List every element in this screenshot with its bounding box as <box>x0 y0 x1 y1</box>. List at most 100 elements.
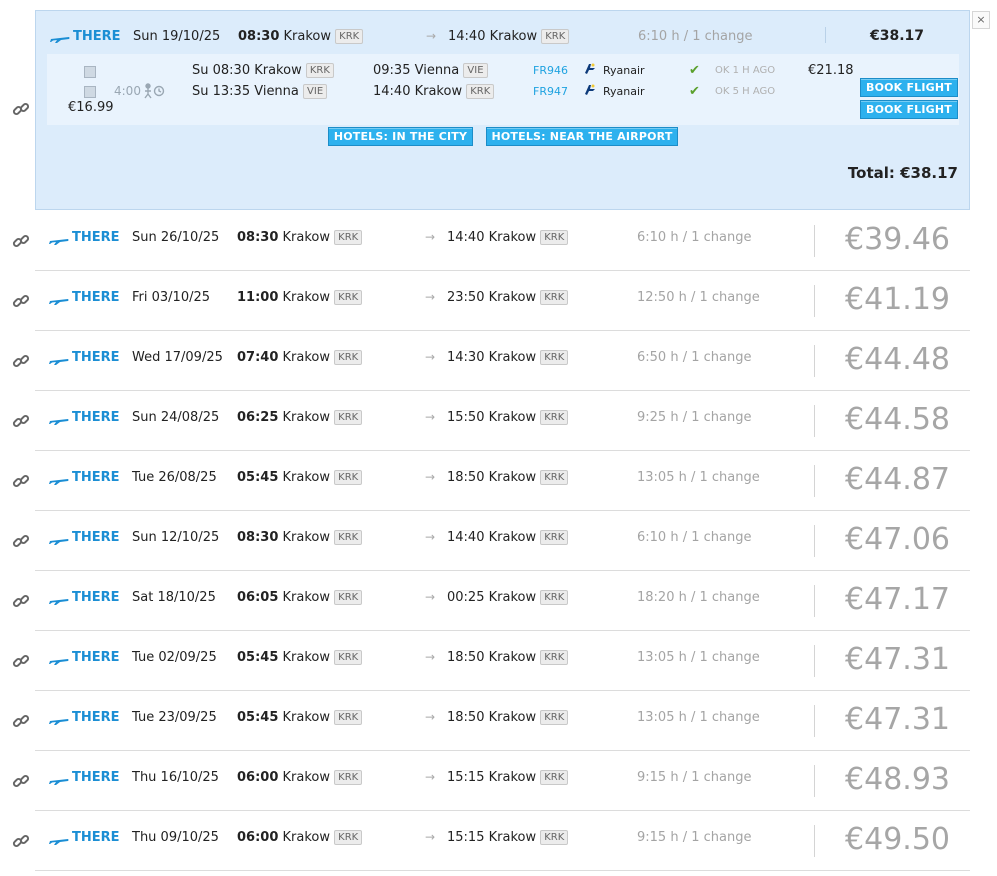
price-divider <box>825 27 826 43</box>
flight-date: Tue 02/09/25 <box>132 650 217 665</box>
link-icon[interactable] <box>12 772 30 790</box>
leg-price: €21.18 <box>808 63 854 78</box>
departure-code: KRK <box>334 470 363 485</box>
flight-duration: 9:15 h / 1 change <box>637 830 752 845</box>
arrival-code: KRK <box>540 410 569 425</box>
arrow-right-icon: → <box>425 770 436 784</box>
departure-city: Krakow <box>282 590 331 605</box>
hotels-in-city-button[interactable]: HOTELS: IN THE CITY <box>328 127 473 146</box>
departure-code: KRK <box>334 230 363 245</box>
flight-duration: 9:25 h / 1 change <box>637 410 752 425</box>
direction-label: THERE <box>72 290 120 305</box>
hotels-near-airport-button[interactable]: HOTELS: NEAR THE AIRPORT <box>486 127 678 146</box>
flight-number-link[interactable]: FR947 <box>533 85 568 98</box>
arrow-right-icon: → <box>425 590 436 604</box>
flight-price: €48.93 <box>845 762 950 797</box>
flight-duration: 18:20 h / 1 change <box>637 590 760 605</box>
arrow-right-icon: → <box>425 410 436 424</box>
photo-icon <box>84 86 96 98</box>
book-flight-button[interactable]: BOOK FLIGHT <box>860 100 958 119</box>
direction-label: THERE <box>72 230 120 245</box>
departure-time: 08:30 <box>237 230 279 245</box>
arrival-code: KRK <box>540 650 569 665</box>
departure-time: 08:30 <box>238 29 280 44</box>
airline-name: Ryanair <box>603 64 645 77</box>
link-icon[interactable] <box>12 292 30 310</box>
flight-date: Fri 03/10/25 <box>132 290 211 305</box>
plane-icon <box>49 419 69 425</box>
flight-duration: 12:50 h / 1 change <box>637 290 760 305</box>
link-icon[interactable] <box>12 352 30 370</box>
direction-label: THERE <box>72 590 120 605</box>
leg-arrival-code: KRK <box>466 84 495 99</box>
departure-city: Krakow <box>282 530 331 545</box>
departure-city: Krakow <box>282 470 331 485</box>
departure-code: KRK <box>334 650 363 665</box>
flight-date: Tue 26/08/25 <box>132 470 217 485</box>
flight-number-link[interactable]: FR946 <box>533 64 568 77</box>
plane-icon <box>49 839 69 845</box>
direction-label: THERE <box>72 770 120 785</box>
flight-date: Tue 23/09/25 <box>132 710 217 725</box>
airline-name: Ryanair <box>603 85 645 98</box>
arrival-time: 14:40 <box>447 230 485 245</box>
departure-time: 06:00 <box>237 830 279 845</box>
close-button[interactable]: × <box>972 11 990 29</box>
direction-label: THERE <box>73 29 121 44</box>
flight-date: Sun 12/10/25 <box>132 530 220 545</box>
departure-city: Krakow <box>282 710 331 725</box>
arrow-right-icon: → <box>425 650 436 664</box>
plane-icon <box>49 239 69 245</box>
plane-icon <box>49 539 69 545</box>
direction-label: THERE <box>72 350 120 365</box>
arrival-time: 14:40 <box>447 530 485 545</box>
arrival-time: 14:30 <box>447 350 485 365</box>
departure-city: Krakow <box>282 770 331 785</box>
direction-label: THERE <box>72 830 120 845</box>
arrival-city: Krakow <box>488 230 537 245</box>
flight-price: €44.58 <box>845 402 950 437</box>
fare-price: €16.99 <box>68 100 114 115</box>
departure-code: KRK <box>334 410 363 425</box>
link-icon[interactable] <box>12 652 30 670</box>
price-divider <box>814 465 815 497</box>
arrival-time: 18:50 <box>447 710 485 725</box>
arrival-time: 15:15 <box>447 770 485 785</box>
departure-code: KRK <box>334 290 363 305</box>
link-icon[interactable] <box>12 472 30 490</box>
price-divider <box>814 405 815 437</box>
departure-code: KRK <box>334 770 363 785</box>
price-divider <box>814 705 815 737</box>
link-icon[interactable] <box>12 712 30 730</box>
flight-price: €49.50 <box>845 822 950 857</box>
price-divider <box>814 765 815 797</box>
flight-price: €44.48 <box>845 342 950 377</box>
book-flight-button[interactable]: BOOK FLIGHT <box>860 78 958 97</box>
link-icon[interactable] <box>12 832 30 850</box>
link-icon[interactable] <box>12 592 30 610</box>
arrival-code: KRK <box>540 230 569 245</box>
flight-duration: 6:10 h / 1 change <box>638 29 753 44</box>
link-icon[interactable] <box>12 532 30 550</box>
arrival-code: KRK <box>540 710 569 725</box>
plane-icon <box>49 779 69 785</box>
departure-code: KRK <box>334 830 363 845</box>
plane-icon <box>49 599 69 605</box>
row-divider <box>35 870 970 871</box>
price-divider <box>814 345 815 377</box>
arrival-time: 18:50 <box>447 470 485 485</box>
flight-duration: 6:10 h / 1 change <box>637 530 752 545</box>
plane-icon <box>49 299 69 305</box>
arrival-code: KRK <box>540 350 569 365</box>
direction-label: THERE <box>72 470 120 485</box>
arrival-city: Krakow <box>489 29 538 44</box>
departure-time: 07:40 <box>237 350 279 365</box>
expanded-result-card[interactable]: THERE Sun 19/10/25 08:30 Krakow KRK → 14… <box>35 10 970 210</box>
direction-label: THERE <box>72 410 120 425</box>
departure-time: 05:45 <box>237 710 279 725</box>
link-icon[interactable] <box>12 232 30 250</box>
departure-time: 06:05 <box>237 590 279 605</box>
link-icon[interactable] <box>12 412 30 430</box>
check-icon: ✔ <box>689 84 700 99</box>
link-icon[interactable] <box>12 100 30 118</box>
